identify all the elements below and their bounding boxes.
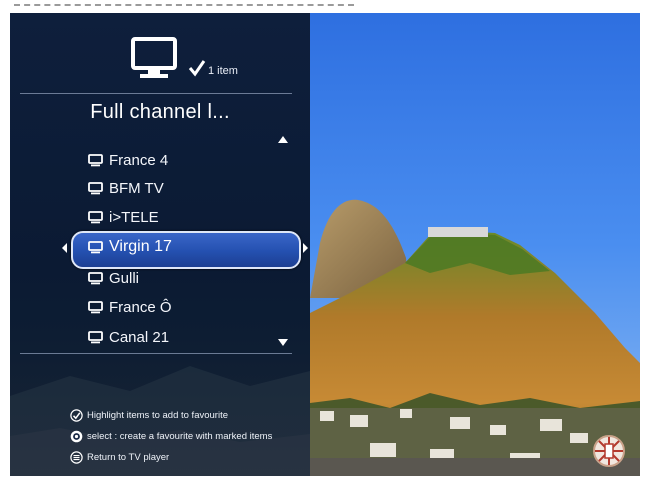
help-return: Return to TV player bbox=[70, 451, 169, 464]
channel-item[interactable]: i>TELE bbox=[88, 205, 159, 229]
next-arrow-icon[interactable] bbox=[303, 243, 308, 253]
help-highlight: Highlight items to add to favourite bbox=[70, 409, 228, 422]
selected-count-label: 1 item bbox=[208, 65, 238, 77]
monitor-icon bbox=[88, 240, 103, 253]
channel-label: Virgin 17 bbox=[109, 238, 172, 255]
help-highlight-text: Highlight items to add to favourite bbox=[87, 410, 228, 421]
monitor-icon bbox=[88, 153, 103, 166]
scroll-down-icon[interactable] bbox=[278, 339, 288, 346]
favourites-menu-panel: 1 item Full channel l... France 4 BFM TV… bbox=[10, 13, 310, 476]
ok-button-icon bbox=[70, 430, 83, 443]
help-select-text: select : create a favourite with marked … bbox=[87, 431, 273, 442]
channel-label: BFM TV bbox=[109, 179, 164, 197]
channel-item[interactable]: Gulli bbox=[88, 266, 139, 290]
tv-icon bbox=[131, 37, 177, 78]
menu-title: Full channel l... bbox=[90, 101, 230, 123]
channel-item[interactable]: Canal 21 bbox=[88, 325, 169, 349]
monitor-icon bbox=[88, 271, 103, 284]
landscape-image bbox=[310, 13, 640, 476]
selected-count: 1 item bbox=[188, 59, 238, 77]
top-dashed-rule bbox=[14, 4, 354, 6]
header-divider bbox=[20, 93, 292, 94]
scroll-up-icon[interactable] bbox=[278, 136, 288, 143]
channel-label: Canal 21 bbox=[109, 328, 170, 346]
channel-item[interactable]: BFM TV bbox=[88, 176, 164, 200]
channel-label: France Ô bbox=[109, 298, 172, 316]
help-return-text: Return to TV player bbox=[87, 452, 170, 463]
brand-logo-icon bbox=[593, 435, 625, 467]
tv-picture bbox=[310, 13, 640, 476]
selected-channel-item[interactable]: Virgin 17 bbox=[62, 231, 308, 269]
selected-channel-row: Virgin 17 bbox=[88, 238, 172, 256]
channel-label: Gulli bbox=[109, 269, 140, 287]
channel-label: i>TELE bbox=[109, 208, 159, 226]
menu-button-icon bbox=[70, 451, 83, 464]
tv-screen: 1 item Full channel l... France 4 BFM TV… bbox=[10, 13, 640, 476]
check-icon bbox=[188, 60, 206, 77]
list-divider bbox=[20, 353, 292, 354]
channel-label: France 4 bbox=[109, 151, 169, 169]
channel-item[interactable]: France 4 bbox=[88, 148, 168, 172]
check-circle-icon bbox=[70, 409, 83, 422]
monitor-icon bbox=[88, 300, 103, 313]
monitor-icon bbox=[88, 181, 103, 194]
monitor-icon bbox=[88, 210, 103, 223]
help-select: select : create a favourite with marked … bbox=[70, 430, 272, 443]
previous-arrow-icon[interactable] bbox=[62, 243, 67, 253]
channel-item[interactable]: France Ô bbox=[88, 295, 172, 319]
monitor-icon bbox=[88, 330, 103, 343]
